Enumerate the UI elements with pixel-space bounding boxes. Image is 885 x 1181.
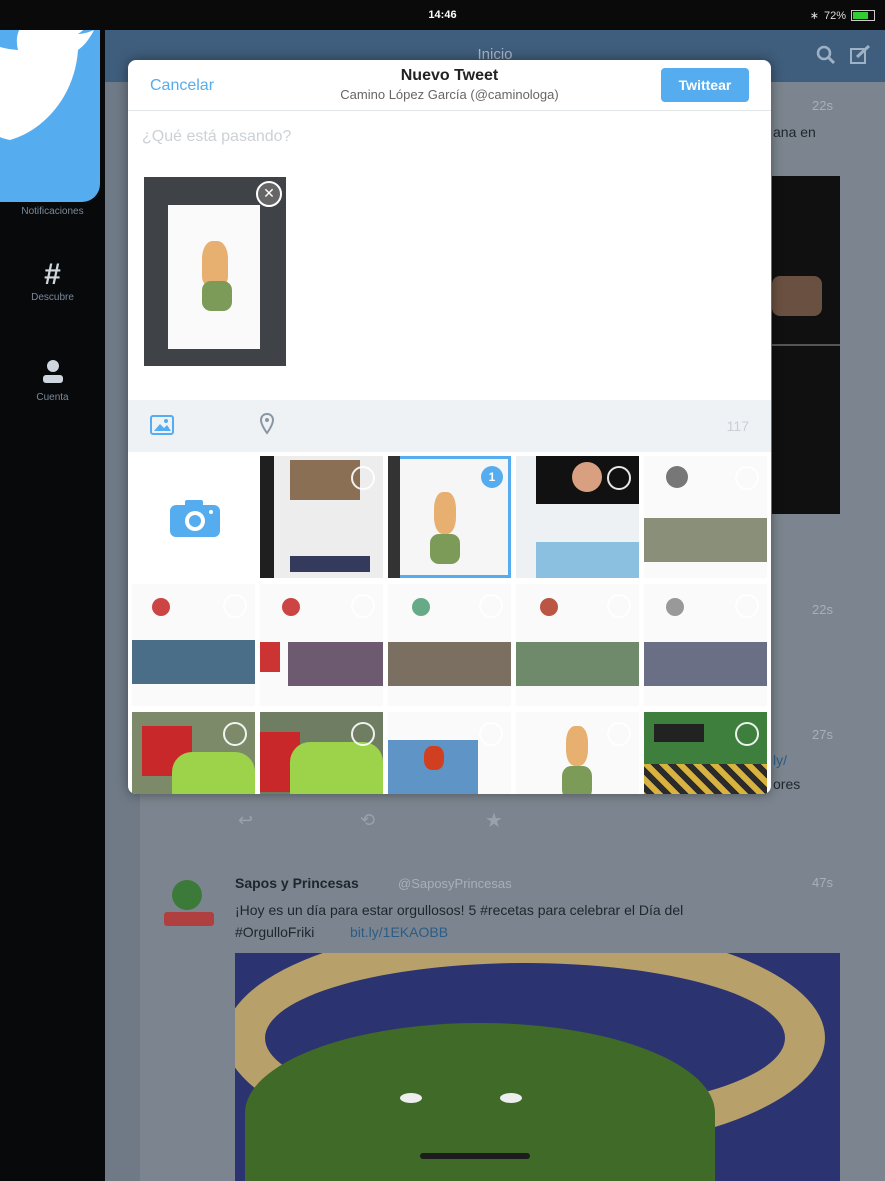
sidebar-item-label: Descubre	[31, 292, 74, 303]
compose-dialog: Cancelar Nuevo Tweet Camino López García…	[128, 60, 771, 794]
attached-image[interactable]: ✕	[144, 177, 286, 366]
tweet-time: 22s	[812, 602, 833, 617]
photo-thumbnail[interactable]	[132, 712, 255, 794]
photo-thumbnail-selected[interactable]: 1	[388, 456, 511, 578]
select-circle[interactable]	[223, 722, 247, 746]
photo-thumbnail[interactable]	[644, 584, 767, 706]
photo-thumbnail[interactable]	[388, 584, 511, 706]
tweet-time: 27s	[812, 727, 833, 742]
battery-icon	[851, 10, 875, 21]
sidebar-item-notificaciones[interactable]: Notificaciones	[0, 206, 105, 217]
dialog-header: Cancelar Nuevo Tweet Camino López García…	[128, 60, 771, 111]
location-pin-icon[interactable]	[260, 413, 274, 435]
select-circle[interactable]	[607, 722, 631, 746]
camera-button[interactable]	[132, 456, 255, 578]
select-circle[interactable]	[351, 722, 375, 746]
photo-thumbnail[interactable]	[516, 584, 639, 706]
reply-icon[interactable]: ↩	[238, 810, 253, 831]
tweet-time: 22s	[812, 98, 833, 113]
photo-thumbnail[interactable]	[132, 584, 255, 706]
photo-thumbnail[interactable]	[260, 712, 383, 794]
tweet-media[interactable]	[772, 176, 840, 514]
media-detail	[772, 276, 822, 316]
person-icon	[42, 360, 63, 383]
select-circle[interactable]	[735, 722, 759, 746]
select-circle[interactable]	[223, 594, 247, 618]
attached-image-preview	[168, 205, 260, 349]
photo-thumbnail[interactable]	[388, 712, 511, 794]
tweet-link[interactable]: bit.ly/1EKAOBB	[350, 924, 448, 940]
tweet-input[interactable]: ¿Qué está pasando?	[142, 128, 291, 146]
hashtag-icon: #	[44, 258, 61, 291]
select-circle[interactable]	[351, 466, 375, 490]
select-circle[interactable]	[479, 594, 503, 618]
sidebar-item-descubre[interactable]: # Descubre	[0, 258, 105, 303]
photo-thumbnail[interactable]	[260, 456, 383, 578]
tweet-author-name[interactable]: Sapos y Princesas	[235, 875, 359, 891]
tweet-media[interactable]	[235, 953, 840, 1181]
camera-icon	[170, 500, 220, 537]
tweet-button[interactable]: Twittear	[661, 68, 749, 102]
status-right: ∗ 72%	[810, 9, 875, 22]
select-circle[interactable]	[479, 722, 503, 746]
bluetooth-icon: ∗	[809, 10, 819, 22]
image-icon[interactable]	[150, 415, 174, 435]
sidebar: Notificaciones # Descubre Cuenta	[0, 0, 105, 1181]
compose-icon[interactable]	[849, 44, 871, 66]
char-counter: 117	[726, 418, 749, 434]
tweet-author-handle[interactable]: @SaposyPrincesas	[398, 876, 512, 891]
photo-thumbnail[interactable]	[644, 712, 767, 794]
selection-count-badge: 1	[481, 466, 503, 488]
tweet-text: ana en	[773, 124, 816, 140]
compose-toolbar: 117	[128, 400, 771, 452]
photo-thumbnail[interactable]	[516, 712, 639, 794]
remove-image-button[interactable]: ✕	[256, 181, 282, 207]
photo-thumbnail[interactable]	[644, 456, 767, 578]
select-circle[interactable]	[735, 466, 759, 490]
bird-icon	[0, 13, 94, 140]
status-bar: 14:46 ∗ 72%	[0, 0, 885, 30]
tweet-text: ores	[773, 776, 801, 792]
search-icon[interactable]	[815, 44, 837, 66]
retweet-icon[interactable]: ⟲	[360, 810, 375, 831]
sidebar-item-label: Notificaciones	[21, 206, 84, 217]
avatar[interactable]	[160, 872, 218, 940]
battery-percent: 72%	[823, 9, 846, 22]
select-circle[interactable]	[607, 466, 631, 490]
photo-picker: 1	[132, 456, 771, 794]
status-time: 14:46	[428, 9, 457, 21]
sidebar-item-cuenta[interactable]: Cuenta	[0, 358, 105, 403]
select-circle[interactable]	[351, 594, 375, 618]
photo-thumbnail[interactable]	[516, 456, 639, 578]
favorite-icon[interactable]: ★	[485, 808, 503, 833]
tweet-link[interactable]: ly/	[773, 752, 787, 768]
select-circle[interactable]	[735, 594, 759, 618]
photo-thumbnail[interactable]	[260, 584, 383, 706]
sidebar-item-label: Cuenta	[36, 392, 69, 403]
media-divider	[772, 344, 840, 346]
select-circle[interactable]	[607, 594, 631, 618]
tweet-time: 47s	[812, 875, 833, 890]
twitter-logo	[0, 0, 100, 202]
tweet-text: ¡Hoy es un día para estar orgullosos! 5 …	[235, 902, 684, 918]
tweet-hashtag[interactable]: #OrgulloFriki	[235, 924, 314, 940]
